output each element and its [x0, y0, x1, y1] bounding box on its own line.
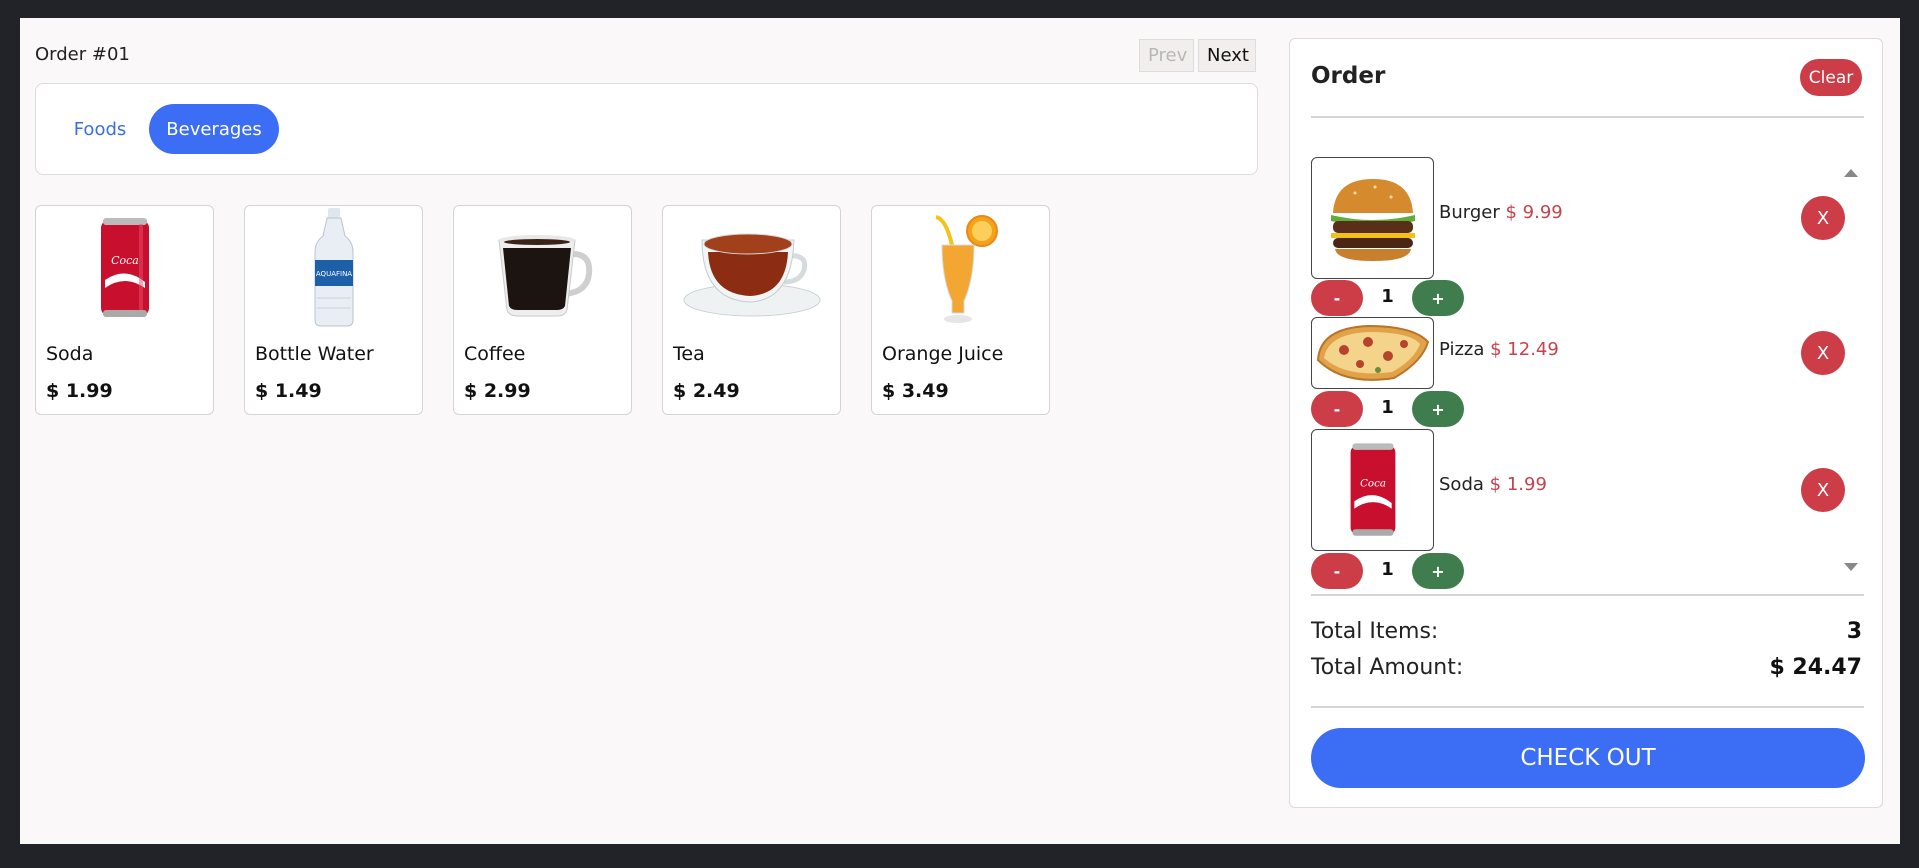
total-amount-value: $ 24.47	[1769, 655, 1862, 680]
decrease-quantity-button[interactable]: -	[1311, 553, 1363, 589]
quantity-stepper: - 1 +	[1311, 553, 1471, 589]
product-card-coffee[interactable]: Coffee $ 2.99	[453, 205, 632, 415]
product-price: $ 2.49	[673, 380, 740, 402]
order-item-price: $ 9.99	[1505, 202, 1563, 223]
order-item-text: Burger $ 9.99	[1439, 202, 1563, 223]
category-tabs: Foods Beverages	[35, 83, 1258, 175]
product-name: Bottle Water	[255, 343, 374, 365]
prev-button[interactable]: Prev	[1139, 39, 1194, 72]
water-bottle-icon: AQUAFINA	[245, 208, 422, 328]
total-amount-label: Total Amount:	[1311, 655, 1464, 680]
pager: Prev Next	[1139, 39, 1256, 72]
quantity-value: 1	[1381, 397, 1394, 418]
burger-icon	[1311, 157, 1434, 279]
order-item-name: Burger	[1439, 202, 1500, 223]
product-price: $ 2.99	[464, 380, 531, 402]
soda-can-icon: Coca	[36, 208, 213, 328]
tea-cup-icon	[663, 208, 840, 328]
soda-can-icon: Coca	[1311, 429, 1434, 551]
order-item-name: Soda	[1439, 474, 1484, 495]
product-card-bottle-water[interactable]: AQUAFINA Bottle Water $ 1.49	[244, 205, 423, 415]
order-item-price: $ 12.49	[1490, 339, 1559, 360]
increase-quantity-button[interactable]: +	[1412, 391, 1464, 427]
svg-text:Coca: Coca	[1360, 477, 1386, 489]
tab-beverages[interactable]: Beverages	[149, 104, 279, 154]
remove-item-button[interactable]: X	[1801, 468, 1845, 512]
quantity-value: 1	[1381, 286, 1394, 307]
order-panel: Order Clear Burger $ 9.99 X - 1 + Pizza …	[1289, 38, 1883, 808]
product-name: Coffee	[464, 343, 526, 365]
coffee-cup-icon	[454, 208, 631, 328]
order-panel-title: Order	[1311, 63, 1386, 89]
next-button[interactable]: Next	[1198, 39, 1256, 72]
quantity-stepper: - 1 +	[1311, 391, 1471, 427]
order-number: Order #01	[35, 44, 130, 65]
product-card-tea[interactable]: Tea $ 2.49	[662, 205, 841, 415]
product-name: Orange Juice	[882, 343, 1004, 365]
order-items-list[interactable]: Burger $ 9.99 X - 1 + Pizza $ 12.49 X - …	[1311, 157, 1864, 597]
total-items-value: 3	[1846, 619, 1862, 644]
remove-item-button[interactable]: X	[1801, 331, 1845, 375]
product-price: $ 1.49	[255, 380, 322, 402]
scroll-down-arrow-icon[interactable]	[1844, 563, 1858, 571]
divider	[1311, 594, 1864, 596]
divider	[1311, 116, 1864, 118]
decrease-quantity-button[interactable]: -	[1311, 391, 1363, 427]
order-item-text: Soda $ 1.99	[1439, 474, 1547, 495]
product-card-orange-juice[interactable]: Orange Juice $ 3.49	[871, 205, 1050, 415]
remove-item-button[interactable]: X	[1801, 196, 1845, 240]
pizza-icon	[1311, 317, 1434, 389]
orange-juice-icon	[872, 208, 1049, 328]
order-item-text: Pizza $ 12.49	[1439, 339, 1559, 360]
decrease-quantity-button[interactable]: -	[1311, 280, 1363, 316]
quantity-stepper: - 1 +	[1311, 280, 1471, 316]
clear-button[interactable]: Clear	[1800, 59, 1862, 96]
increase-quantity-button[interactable]: +	[1412, 553, 1464, 589]
product-name: Soda	[46, 343, 94, 365]
total-items-label: Total Items:	[1311, 619, 1439, 644]
quantity-value: 1	[1381, 559, 1394, 580]
product-card-soda[interactable]: Coca Soda $ 1.99	[35, 205, 214, 415]
increase-quantity-button[interactable]: +	[1412, 280, 1464, 316]
order-item-name: Pizza	[1439, 339, 1485, 360]
svg-text:Coca: Coca	[111, 254, 139, 267]
product-name: Tea	[673, 343, 705, 365]
tab-foods[interactable]: Foods	[56, 104, 144, 154]
svg-text:AQUAFINA: AQUAFINA	[315, 270, 351, 278]
divider	[1311, 706, 1864, 708]
pos-app: Order #01 Prev Next Foods Beverages Coca…	[20, 18, 1900, 844]
checkout-button[interactable]: CHECK OUT	[1311, 728, 1865, 788]
product-price: $ 3.49	[882, 380, 949, 402]
order-item-price: $ 1.99	[1489, 474, 1547, 495]
scroll-up-arrow-icon[interactable]	[1844, 169, 1858, 177]
product-price: $ 1.99	[46, 380, 113, 402]
